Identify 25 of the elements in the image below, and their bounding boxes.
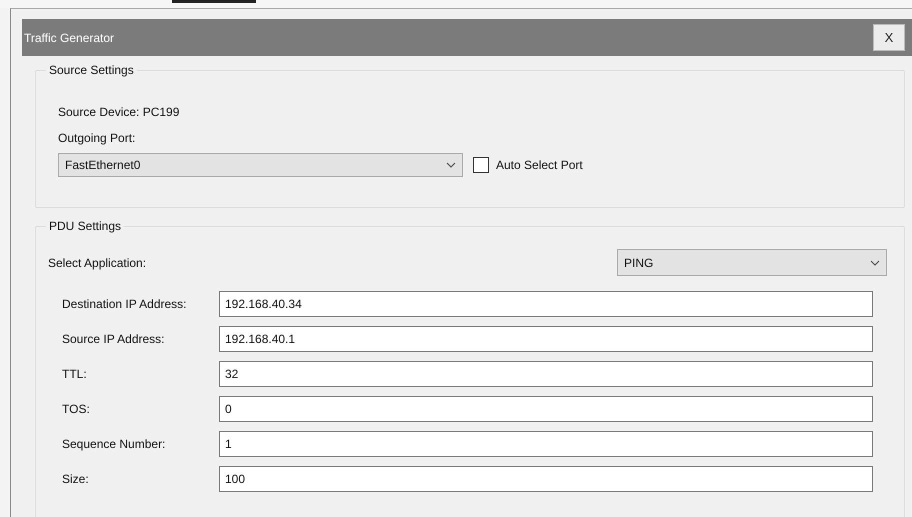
input-field[interactable]: 1	[219, 431, 873, 457]
group-title: PDU Settings	[46, 219, 124, 233]
field-label: Source IP Address:	[62, 332, 166, 346]
group-title: Source Settings	[46, 63, 137, 77]
field-label: Size:	[62, 472, 90, 486]
close-button[interactable]: X	[873, 24, 905, 51]
outgoing-port-label: Outgoing Port:	[58, 131, 136, 145]
field-label: TTL:	[62, 367, 88, 381]
auto-select-label: Auto Select Port	[496, 158, 583, 172]
input-field[interactable]: 192.168.40.34	[219, 291, 873, 317]
application-label: Select Application:	[48, 256, 146, 270]
port-dropdown[interactable]: FastEthernet0	[58, 153, 463, 177]
input-field[interactable]: 32	[219, 361, 873, 387]
auto-select-checkbox[interactable]	[473, 157, 489, 173]
input-field[interactable]: 100	[219, 466, 873, 492]
field-label: Sequence Number:	[62, 437, 166, 451]
field-label: TOS:	[62, 402, 91, 416]
window-title: Traffic Generator	[24, 30, 114, 44]
chevron-icon	[446, 162, 456, 168]
application-dropdown[interactable]: PING	[617, 249, 887, 276]
input-field[interactable]: 0	[219, 396, 873, 422]
source-device-label: Source Device: PC199	[58, 105, 180, 119]
input-field[interactable]: 192.168.40.1	[219, 326, 873, 352]
field-label: Destination IP Address:	[62, 297, 188, 311]
chevron-icon	[870, 260, 880, 266]
